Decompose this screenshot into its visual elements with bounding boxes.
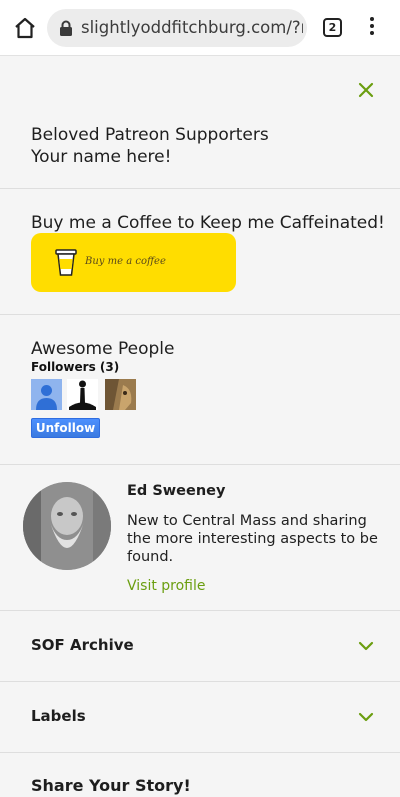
address-bar[interactable]: slightlyoddfitchburg.com/?m (47, 9, 307, 47)
divider (0, 752, 400, 753)
profile-bio: New to Central Mass and sharing the more… (127, 513, 378, 565)
coffee-heading: Buy me a Coffee to Keep me Caffeinated! (31, 213, 385, 233)
sof-archive-toggle[interactable]: SOF Archive (31, 635, 134, 655)
browser-toolbar: slightlyoddfitchburg.com/?m 2 (0, 0, 400, 56)
silhouette-icon (67, 379, 98, 410)
share-story-heading: Share Your Story! (31, 776, 191, 795)
patreon-text: Your name here! (31, 147, 172, 167)
patreon-heading: Beloved Patreon Supporters (31, 125, 269, 145)
close-icon (358, 82, 374, 98)
buy-me-a-coffee-button[interactable]: Buy me a coffee (31, 233, 236, 292)
chevron-down-icon[interactable] (358, 712, 374, 722)
labels-toggle[interactable]: Labels (31, 706, 86, 726)
close-sidebar-button[interactable] (356, 80, 376, 100)
divider (0, 314, 400, 315)
profile-name: Ed Sweeney (127, 483, 226, 499)
home-icon (15, 17, 35, 39)
lock-icon (60, 20, 72, 36)
visit-profile-link[interactable]: Visit profile (127, 577, 206, 595)
photo-avatar-icon (105, 379, 136, 410)
divider (0, 188, 400, 189)
home-button[interactable] (12, 15, 38, 41)
followers-count: Followers (3) (31, 360, 120, 374)
follower-avatar[interactable] (67, 379, 98, 410)
divider (0, 464, 400, 465)
chevron-down-icon[interactable] (358, 641, 374, 651)
followers-heading: Awesome People (31, 339, 175, 359)
follower-avatar[interactable] (31, 379, 62, 410)
divider (0, 610, 400, 611)
coffee-button-label: Buy me a coffee (85, 256, 166, 267)
profile-avatar[interactable] (23, 482, 111, 570)
tab-switcher-button[interactable]: 2 (323, 18, 342, 37)
divider (0, 681, 400, 682)
follower-avatar[interactable] (105, 379, 136, 410)
more-vert-icon[interactable] (366, 17, 378, 39)
unfollow-button[interactable]: Unfollow (31, 418, 100, 438)
url-text: slightlyoddfitchburg.com/?m (81, 18, 303, 37)
profile-photo-icon (23, 482, 111, 570)
coffee-cup-icon (55, 249, 77, 276)
default-user-icon (31, 379, 62, 410)
